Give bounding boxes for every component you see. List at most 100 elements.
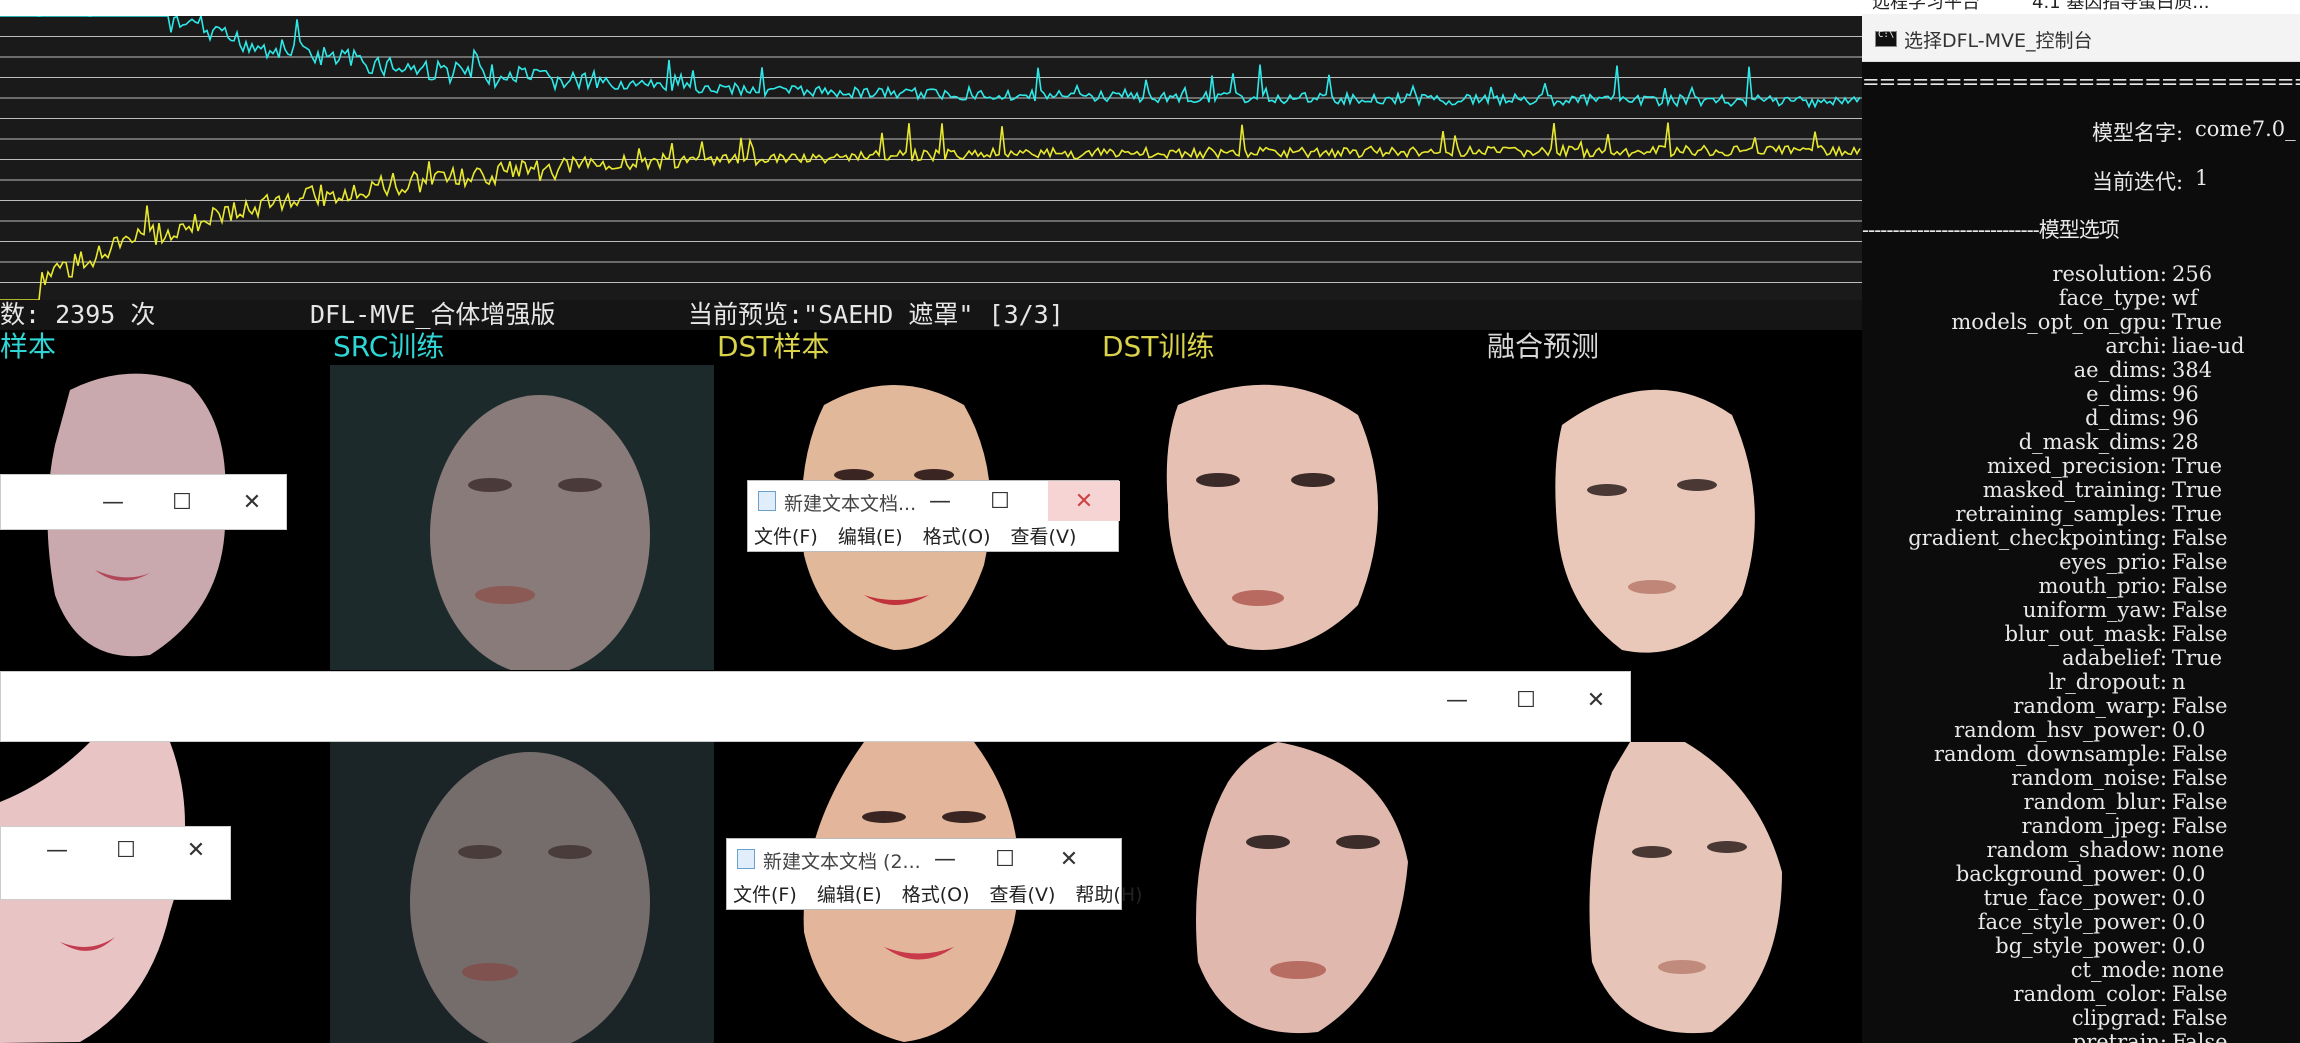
- option-value: False: [2172, 742, 2228, 766]
- option-value: 28: [2172, 430, 2199, 454]
- menu-file[interactable]: 文件(F): [733, 884, 797, 906]
- option-key: d_dims:: [2085, 406, 2167, 430]
- menu-edit[interactable]: 编辑(E): [817, 884, 882, 906]
- option-value: True: [2172, 478, 2222, 502]
- minimize-icon[interactable]: —: [915, 839, 975, 879]
- option-key: eyes_prio:: [2059, 550, 2167, 574]
- column-label-src-train: SRC训练: [333, 330, 445, 363]
- option-value: 96: [2172, 406, 2199, 430]
- browser-tab-2[interactable]: 4.1 基因指导蛋白质...: [2032, 0, 2210, 14]
- notepad-menu-bar: 文件(F) 编辑(E) 格式(O) 查看(V): [754, 522, 1090, 549]
- option-value: none: [2172, 958, 2225, 982]
- option-value: False: [2172, 1030, 2228, 1043]
- console-app-icon: [1875, 30, 1897, 47]
- option-key: mouth_prio:: [2038, 574, 2167, 598]
- option-key: background_power:: [1955, 862, 2167, 886]
- menu-file[interactable]: 文件(F): [754, 526, 818, 548]
- option-key: e_dims:: [2086, 382, 2167, 406]
- option-key: random_color:: [2013, 982, 2167, 1006]
- option-value: False: [2172, 790, 2228, 814]
- option-key: random_warp:: [2013, 694, 2167, 718]
- menu-view[interactable]: 查看(V): [990, 884, 1056, 906]
- option-key: archi:: [2105, 334, 2167, 358]
- option-value: 0.0: [2172, 718, 2206, 742]
- notepad-window-2[interactable]: 新建文本文档 (2... — ☐ ✕ 文件(F) 编辑(E) 格式(O) 查看(…: [726, 838, 1143, 910]
- browser-tab-strip: 远程学习平台 4.1 基因指导蛋白质...: [1862, 0, 2300, 14]
- menu-help[interactable]: 帮助(H): [1075, 884, 1142, 906]
- options-header: -----------------------------模型选项: [1862, 218, 2120, 242]
- column-label-src-sample: 样本: [0, 330, 57, 363]
- minimize-icon[interactable]: —: [1423, 672, 1491, 728]
- option-key: retraining_samples:: [1955, 502, 2167, 526]
- option-value: False: [2172, 814, 2228, 838]
- iteration-value: 1: [2195, 166, 2209, 190]
- menu-format[interactable]: 格式(O): [902, 884, 970, 906]
- option-key: resolution:: [2052, 262, 2167, 286]
- option-value: 96: [2172, 382, 2199, 406]
- option-value: 0.0: [2172, 862, 2206, 886]
- option-value: 256: [2172, 262, 2213, 286]
- preview-tile-src-train-2: [330, 742, 714, 1043]
- notepad-icon: [758, 491, 776, 511]
- notepad-title: 新建文本文档 (2...: [763, 851, 921, 873]
- close-icon[interactable]: ✕: [162, 827, 230, 873]
- close-icon[interactable]: ✕: [1039, 839, 1099, 879]
- notepad-title: 新建文本文档...: [784, 493, 917, 515]
- option-key: adabelief:: [2061, 646, 2167, 670]
- option-key: blur_out_mask:: [2004, 622, 2167, 646]
- minimize-icon[interactable]: —: [23, 827, 91, 873]
- option-key: random_noise:: [2011, 766, 2167, 790]
- background-window-2[interactable]: — ☐ ✕: [0, 671, 1631, 742]
- option-key: models_opt_on_gpu:: [1951, 310, 2167, 334]
- option-value: n: [2172, 670, 2186, 694]
- minimize-icon[interactable]: —: [910, 481, 970, 521]
- column-label-dst-train: DST训练: [1102, 330, 1215, 363]
- option-key: clipgrad:: [2071, 1006, 2167, 1030]
- maximize-icon[interactable]: ☐: [1492, 672, 1560, 728]
- maximize-icon[interactable]: ☐: [970, 481, 1030, 521]
- preview-window-titlebar: [0, 0, 1862, 16]
- column-label-merged-prediction: 融合预测: [1487, 330, 1600, 363]
- option-key: ct_mode:: [2070, 958, 2167, 982]
- option-value: False: [2172, 766, 2228, 790]
- background-window-3[interactable]: — ☐ ✕: [0, 826, 231, 900]
- option-value: wf: [2172, 286, 2198, 310]
- minimize-icon[interactable]: —: [79, 475, 147, 529]
- notepad-window-1[interactable]: 新建文本文档... — ☐ ✕ 文件(F) 编辑(E) 格式(O) 查看(V): [747, 480, 1120, 552]
- menu-view[interactable]: 查看(V): [1011, 526, 1077, 548]
- option-value: True: [2172, 310, 2222, 334]
- console-title: 选择DFL-MVE_控制台: [1904, 30, 2093, 52]
- current-preview-mode: 当前预览:"SAEHD 遮罩" [3/3]: [688, 300, 1064, 329]
- loss-graph-canvas: [0, 13, 1862, 301]
- browser-tab-1[interactable]: 远程学习平台: [1872, 0, 1980, 14]
- close-icon[interactable]: ✕: [218, 475, 286, 529]
- option-value: False: [2172, 598, 2228, 622]
- iteration-label: 当前迭代:: [2092, 170, 2184, 194]
- option-value: True: [2172, 454, 2222, 478]
- option-value: False: [2172, 550, 2228, 574]
- option-value: 0.0: [2172, 934, 2206, 958]
- model-name-value: come7.0_: [2195, 117, 2296, 141]
- console-titlebar[interactable]: 选择DFL-MVE_控制台: [1862, 14, 2300, 62]
- maximize-icon[interactable]: ☐: [148, 475, 216, 529]
- option-key: face_style_power:: [1977, 910, 2167, 934]
- option-value: False: [2172, 574, 2228, 598]
- notepad-menu-bar: 文件(F) 编辑(E) 格式(O) 查看(V) 帮助(H): [733, 880, 1157, 907]
- close-icon[interactable]: ✕: [1562, 672, 1630, 728]
- option-key: bg_style_power:: [1995, 934, 2167, 958]
- close-icon[interactable]: ✕: [1048, 481, 1120, 521]
- option-value: liae-ud: [2172, 334, 2245, 358]
- dst-loss-line: [0, 122, 1861, 301]
- background-window-1[interactable]: — ☐ ✕: [0, 474, 287, 530]
- loss-history-graph: [0, 13, 1862, 301]
- option-value: True: [2172, 646, 2222, 670]
- preview-tile-dst-train-1: [1098, 365, 1482, 670]
- option-key: random_jpeg:: [2021, 814, 2167, 838]
- menu-edit[interactable]: 编辑(E): [838, 526, 903, 548]
- maximize-icon[interactable]: ☐: [975, 839, 1035, 879]
- maximize-icon[interactable]: ☐: [92, 827, 160, 873]
- option-value: 0.0: [2172, 886, 2206, 910]
- menu-format[interactable]: 格式(O): [923, 526, 991, 548]
- iteration-count: 数: 2395 次: [0, 300, 156, 329]
- option-key: d_mask_dims:: [2018, 430, 2167, 454]
